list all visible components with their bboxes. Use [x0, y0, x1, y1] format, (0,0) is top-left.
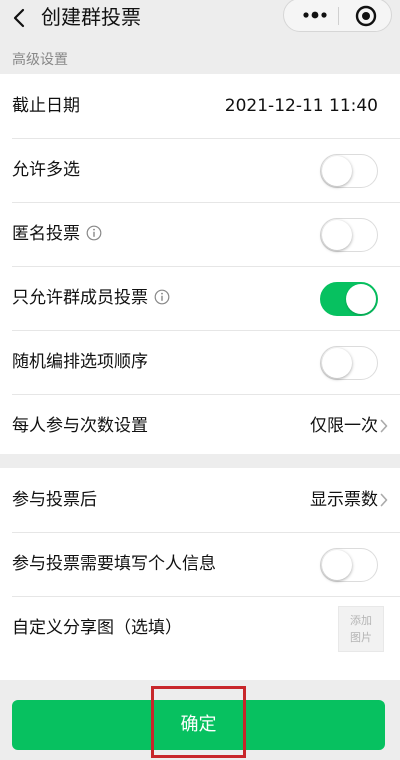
add-image-label: 添加	[350, 614, 372, 627]
participation-count-value: 仅限一次	[310, 416, 378, 436]
info-icon[interactable]	[86, 225, 102, 241]
anonymous-vote-toggle[interactable]	[320, 218, 378, 252]
navigation-bar: 创建群投票	[0, 0, 400, 38]
add-image-button[interactable]: 添加 图片	[338, 606, 384, 652]
after-vote-row[interactable]: 参与投票后 显示票数	[0, 468, 400, 532]
after-vote-settings-list: 参与投票后 显示票数 参与投票需要填写个人信息 自定义分享图（选填） 添加 图片	[0, 468, 400, 680]
after-vote-value: 显示票数	[310, 490, 378, 510]
random-order-row: 随机编排选项顺序	[0, 330, 400, 394]
row-label: 允许多选	[12, 160, 80, 180]
toggle-knob	[322, 348, 352, 378]
row-label: 参与投票需要填写个人信息	[12, 554, 216, 574]
row-label-text: 匿名投票	[12, 224, 80, 244]
personal-info-row: 参与投票需要填写个人信息	[0, 532, 400, 596]
mini-program-capsule	[283, 0, 392, 32]
custom-share-image-row: 自定义分享图（选填） 添加 图片	[0, 596, 400, 660]
anonymous-vote-row: 匿名投票	[0, 202, 400, 266]
chevron-right-icon	[380, 493, 388, 507]
participation-count-row[interactable]: 每人参与次数设置 仅限一次	[0, 394, 400, 458]
record-target-icon[interactable]	[355, 5, 377, 27]
row-label: 只允许群成员投票	[12, 266, 170, 330]
toggle-knob	[322, 220, 352, 250]
row-label: 随机编排选项顺序	[12, 352, 148, 372]
row-label: 每人参与次数设置	[12, 416, 148, 436]
toggle-knob	[322, 550, 352, 580]
random-order-toggle[interactable]	[320, 346, 378, 380]
deadline-row[interactable]: 截止日期 2021-12-11 11:40	[0, 74, 400, 138]
row-label: 匿名投票	[12, 202, 102, 266]
row-label: 截止日期	[12, 96, 80, 116]
row-label: 参与投票后	[12, 490, 97, 510]
toggle-knob	[322, 156, 352, 186]
members-only-row: 只允许群成员投票	[0, 266, 400, 330]
capsule-divider	[338, 7, 339, 25]
allow-multi-select-row: 允许多选	[0, 138, 400, 202]
page-title: 创建群投票	[41, 5, 141, 29]
members-only-toggle[interactable]	[320, 282, 378, 316]
advanced-settings-list: 截止日期 2021-12-11 11:40 允许多选 匿名投票 只允许群成员投票…	[0, 74, 400, 454]
info-icon[interactable]	[154, 289, 170, 305]
personal-info-toggle[interactable]	[320, 548, 378, 582]
row-label-text: 只允许群成员投票	[12, 288, 148, 308]
row-label: 自定义分享图（选填）	[12, 618, 182, 638]
allow-multi-select-toggle[interactable]	[320, 154, 378, 188]
confirm-button[interactable]: 确定	[12, 700, 385, 750]
more-dots-icon[interactable]	[302, 8, 328, 22]
chevron-left-icon[interactable]	[10, 6, 30, 30]
toggle-knob	[346, 284, 376, 314]
add-image-label: 图片	[350, 631, 372, 644]
section-header-advanced: 高级设置	[12, 52, 68, 68]
chevron-right-icon	[380, 419, 388, 433]
deadline-value[interactable]: 2021-12-11 11:40	[225, 74, 378, 138]
